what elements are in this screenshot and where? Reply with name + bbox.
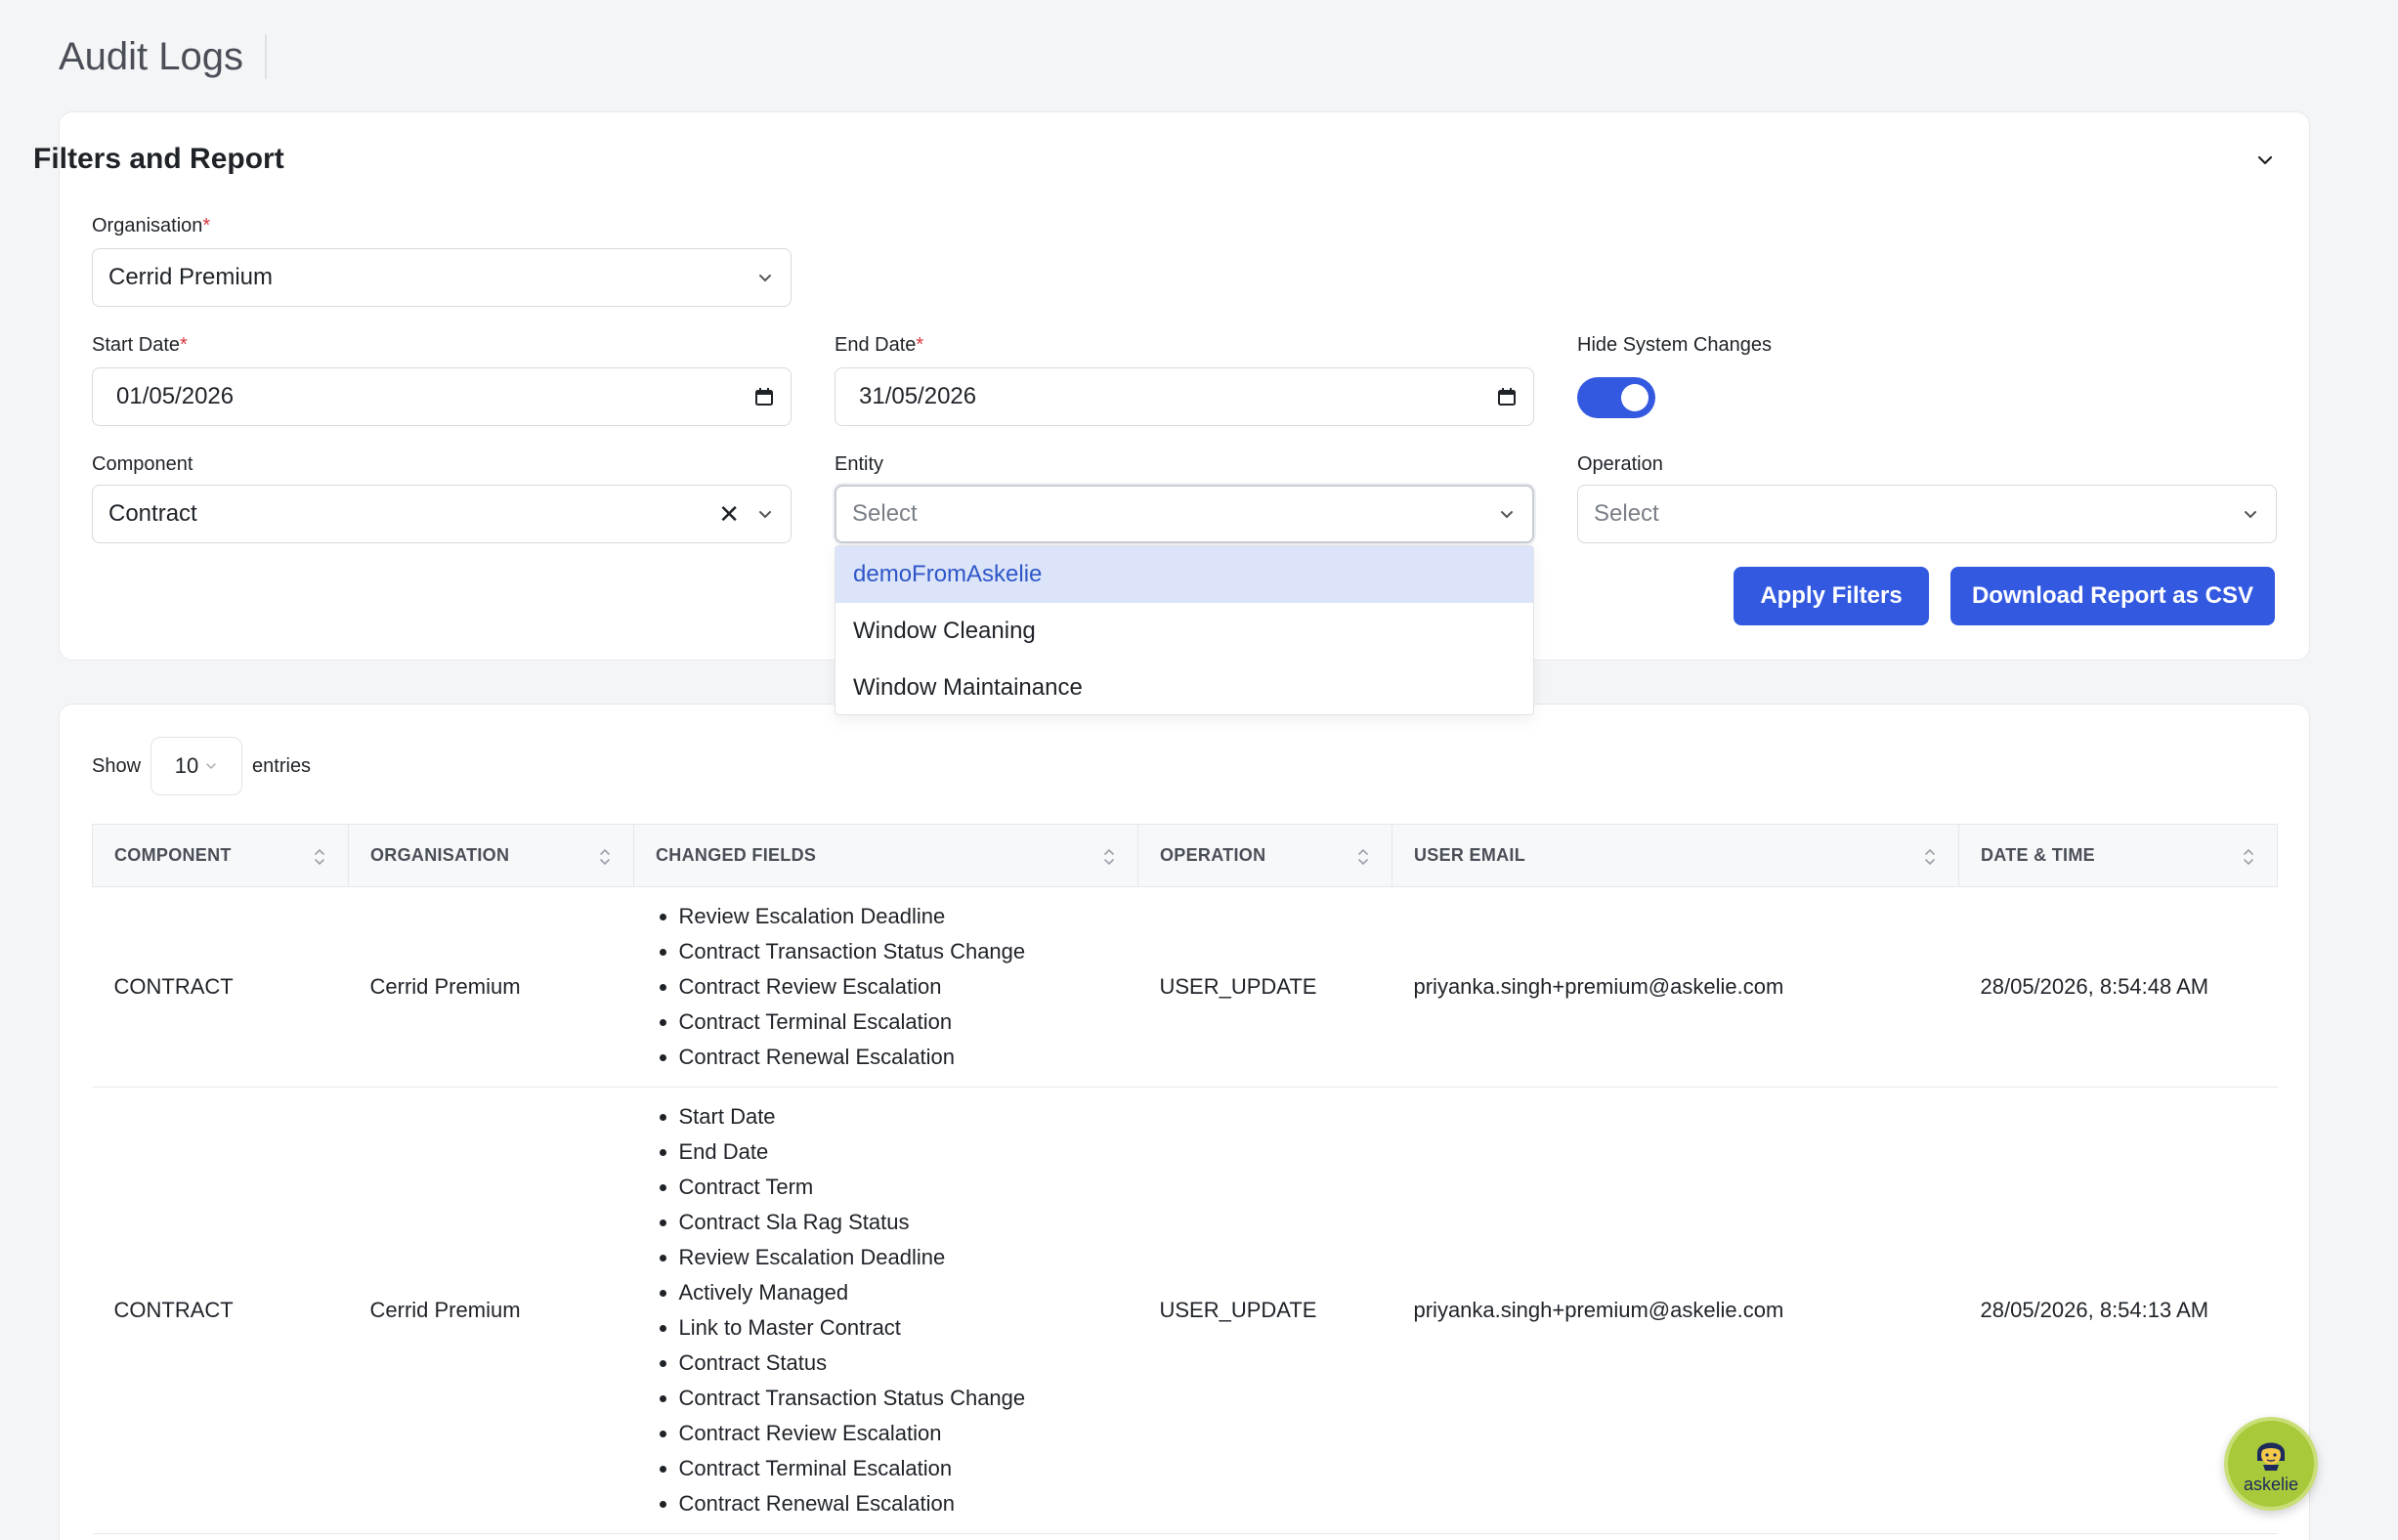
component-value: Contract: [108, 500, 197, 527]
list-item: Contract Renewal Escalation: [656, 1486, 1117, 1521]
component-label: Component: [92, 453, 193, 475]
cell-operation: USER_UPDATE: [1137, 886, 1392, 1088]
cell-datetime: 28/05/2026, 8:54:48 AM: [1958, 886, 2278, 1088]
sort-icon: [315, 848, 324, 866]
changed-fields-list: Start Date End Date Contract Term Contra…: [656, 1088, 1117, 1533]
entity-label: Entity: [835, 453, 884, 475]
table-header-row: COMPONENT ORGANISATION CHANGED FIELDS OP…: [92, 824, 2278, 887]
list-item: Contract Review Escalation: [656, 969, 1117, 1005]
column-header-organisation[interactable]: ORGANISATION: [348, 824, 634, 887]
hide-system-changes-toggle[interactable]: [1577, 377, 1655, 418]
operation-placeholder: Select: [1594, 500, 1659, 527]
organisation-label: Organisation*: [92, 215, 211, 236]
sort-icon: [600, 848, 610, 866]
end-date-label: End Date*: [835, 334, 924, 356]
toggle-knob: [1621, 384, 1649, 411]
changed-fields-list: Review Escalation Deadline Contract Tran…: [656, 887, 1117, 1087]
list-item: Contract Terminal Escalation: [656, 1005, 1117, 1040]
cell-changed-fields: Review Escalation Deadline Contract Tran…: [633, 886, 1138, 1088]
assistant-label: askelie: [2243, 1475, 2299, 1494]
sort-icon: [1925, 848, 1935, 866]
list-item: Contract Review Escalation: [656, 1416, 1117, 1451]
chevron-down-icon: [1501, 511, 1513, 519]
column-header-date-time[interactable]: DATE & TIME: [1958, 824, 2278, 887]
chevron-down-icon: [2245, 511, 2256, 519]
audit-log-table: COMPONENT ORGANISATION CHANGED FIELDS OP…: [92, 824, 2278, 1534]
list-item: Contract Transaction Status Change: [656, 934, 1117, 969]
show-entries: Show 10 entries: [92, 737, 311, 795]
calendar-icon[interactable]: [1496, 386, 1518, 407]
entries-value: 10: [174, 753, 199, 778]
list-item: End Date: [656, 1134, 1117, 1170]
entries-label: entries: [252, 754, 312, 777]
list-item: Link to Master Contract: [656, 1310, 1117, 1346]
cell-operation: USER_UPDATE: [1137, 1087, 1392, 1534]
show-label: Show: [92, 754, 142, 777]
cell-organisation: Cerrid Premium: [348, 1087, 634, 1534]
column-header-operation[interactable]: OPERATION: [1137, 824, 1392, 887]
entity-placeholder: Select: [852, 500, 918, 527]
list-item: Contract Terminal Escalation: [656, 1451, 1117, 1486]
assistant-button[interactable]: askelie: [2224, 1417, 2318, 1511]
cell-user-email: priyanka.singh+premium@askelie.com: [1392, 886, 1959, 1088]
clear-icon[interactable]: ✕: [718, 499, 740, 530]
page-header: Audit Logs: [59, 27, 268, 86]
cell-component: CONTRACT: [92, 1087, 349, 1534]
end-date-value: 31/05/2026: [859, 383, 977, 409]
hide-system-changes-label: Hide System Changes: [1577, 334, 1772, 356]
chevron-down-icon: [206, 763, 217, 770]
calendar-icon[interactable]: [753, 386, 775, 407]
page-title: Audit Logs: [59, 34, 244, 78]
operation-label: Operation: [1577, 453, 1663, 475]
assistant-avatar-icon: [2257, 1442, 2285, 1471]
entity-dropdown-menu: demoFromAskelie Window Cleaning Window M…: [835, 545, 1534, 715]
organisation-value: Cerrid Premium: [108, 264, 274, 290]
start-date-label: Start Date*: [92, 334, 188, 356]
chevron-down-icon: [759, 275, 771, 282]
list-item: Actively Managed: [656, 1275, 1117, 1310]
cell-organisation: Cerrid Premium: [348, 886, 634, 1088]
cell-changed-fields: Start Date End Date Contract Term Contra…: [633, 1087, 1138, 1534]
sort-icon: [1358, 848, 1368, 866]
header-divider: [265, 34, 268, 79]
cell-component: CONTRACT: [92, 886, 349, 1088]
sort-icon: [1104, 848, 1114, 866]
list-item: Contract Transaction Status Change: [656, 1381, 1117, 1416]
list-item: Review Escalation Deadline: [656, 1240, 1117, 1275]
list-item: Contract Status: [656, 1346, 1117, 1381]
cell-user-email: priyanka.singh+premium@askelie.com: [1392, 1087, 1959, 1534]
table-row: CONTRACT Cerrid Premium Start Date End D…: [92, 1087, 2278, 1534]
end-date-input[interactable]: 31/05/2026: [835, 367, 1534, 426]
table-row: CONTRACT Cerrid Premium Review Escalatio…: [92, 886, 2278, 1088]
list-item: Contract Sla Rag Status: [656, 1205, 1117, 1240]
entity-option[interactable]: Window Cleaning: [835, 603, 1533, 660]
entity-option[interactable]: Window Maintainance: [835, 660, 1533, 716]
chevron-down-icon: [759, 511, 771, 519]
entity-select[interactable]: Select: [835, 485, 1534, 543]
apply-filters-button[interactable]: Apply Filters: [1734, 567, 1929, 625]
entity-option[interactable]: demoFromAskelie: [835, 546, 1533, 603]
column-header-user-email[interactable]: USER EMAIL: [1392, 824, 1959, 887]
entries-per-page-select[interactable]: 10: [150, 737, 243, 795]
column-header-component[interactable]: COMPONENT: [92, 824, 349, 887]
list-item: Contract Term: [656, 1170, 1117, 1205]
chevron-down-icon[interactable]: [2253, 149, 2277, 172]
start-date-input[interactable]: 01/05/2026: [92, 367, 792, 426]
sort-icon: [2244, 848, 2253, 866]
list-item: Review Escalation Deadline: [656, 899, 1117, 934]
list-item: Contract Renewal Escalation: [656, 1040, 1117, 1075]
download-csv-button[interactable]: Download Report as CSV: [1950, 567, 2275, 625]
organisation-select[interactable]: Cerrid Premium: [92, 248, 792, 307]
start-date-value: 01/05/2026: [116, 383, 235, 409]
list-item: Start Date: [656, 1099, 1117, 1134]
filters-title: Filters and Report: [33, 143, 284, 175]
operation-select[interactable]: Select: [1577, 485, 2277, 543]
component-select[interactable]: Contract ✕: [92, 485, 792, 543]
column-header-changed-fields[interactable]: CHANGED FIELDS: [633, 824, 1138, 887]
